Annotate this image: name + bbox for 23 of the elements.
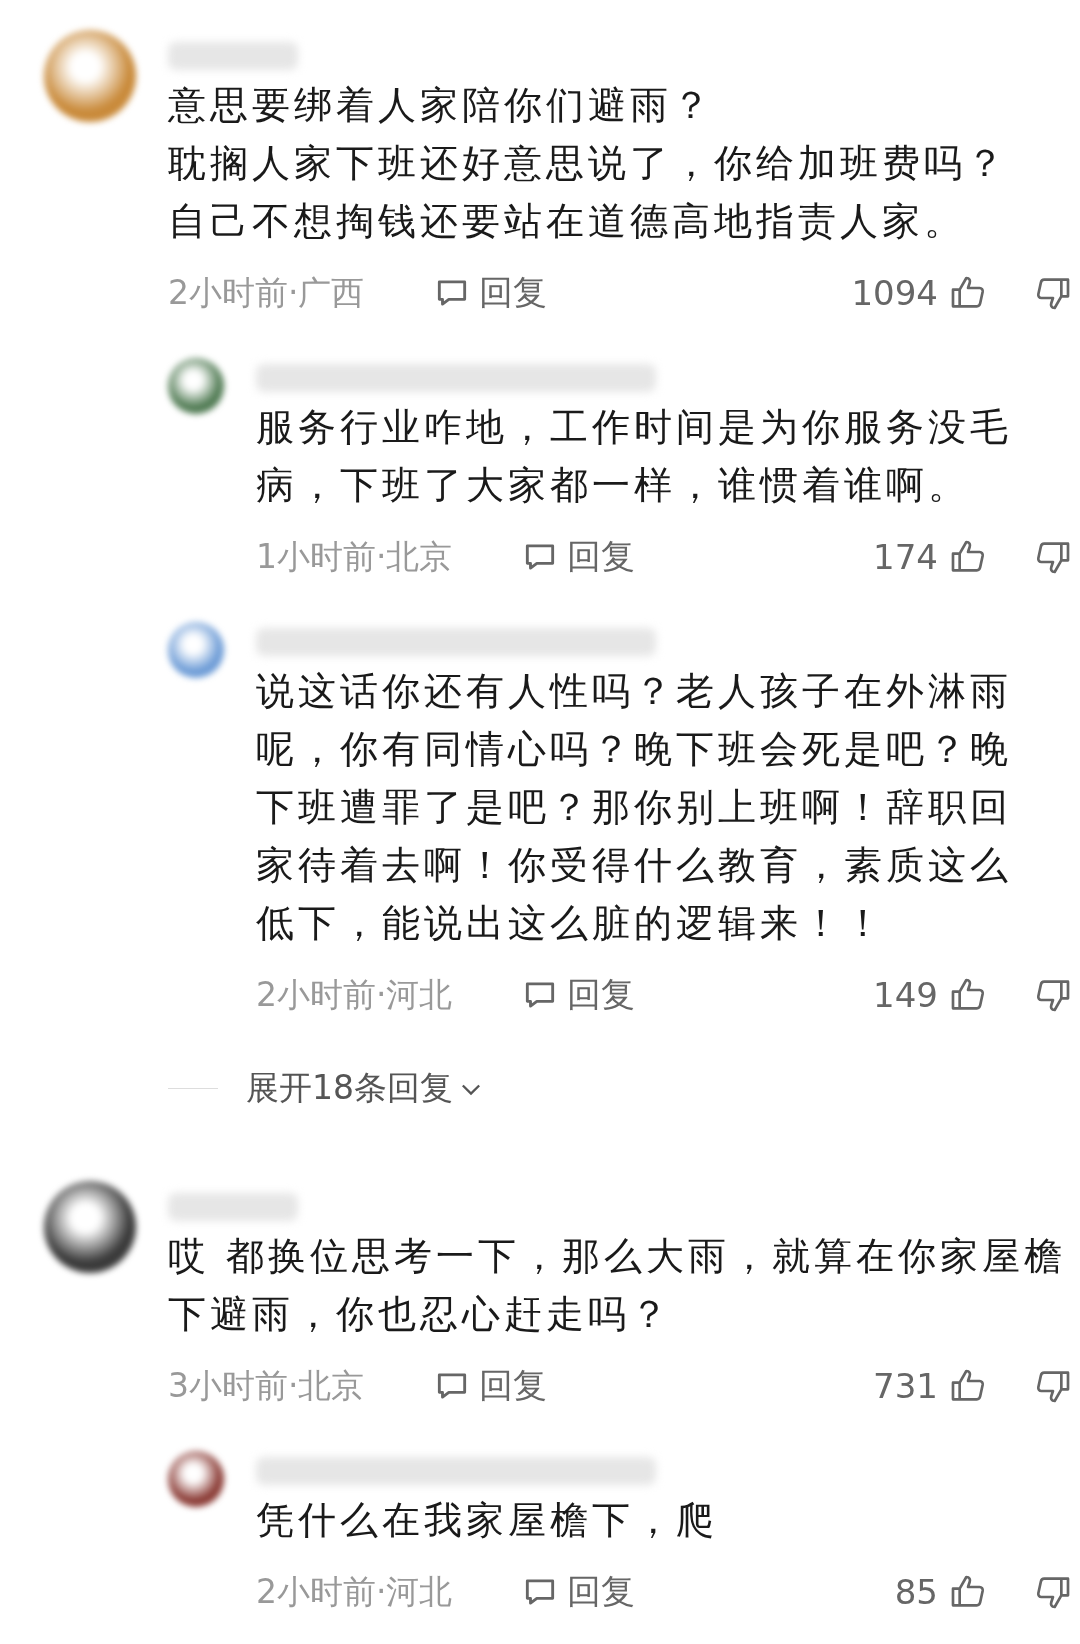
reply-button[interactable]: 回复	[521, 1569, 635, 1615]
comment-text: 哎 都换位思考一下，那么大雨，就算在你家屋檐下避雨，你也忍心赶走吗？	[168, 1233, 1068, 1338]
comment-text: 凭什么在我家屋檐下，爬	[256, 1497, 719, 1544]
like-count: 174	[873, 537, 938, 577]
like-count: 149	[873, 975, 938, 1015]
timestamp: 2小时前·河北	[256, 1570, 454, 1613]
timestamp: 3小时前·北京	[168, 1364, 366, 1407]
comment-text: 耽搁人家下班还好意思说了，你给加班费吗？	[168, 140, 1009, 187]
reply-button[interactable]: 回复	[433, 270, 547, 316]
timestamp: 1小时前·北京	[256, 535, 454, 578]
like-count: 731	[873, 1366, 938, 1406]
comment-text: 说这话你还有人性吗？老人孩子在外淋雨呢，你有同情心吗？晚下班会死是吧？晚下班遭罪了是吧？那你别上班啊！辞职回家待着去啊！你受得什么教育，素质这么低下，能说出这么脏的逻辑来！！	[256, 668, 1013, 947]
comment-text: 服务行业咋地，工作时间是为你服务没毛病，下班了大家都一样，谁惯着谁啊。	[256, 404, 1013, 509]
reply-button[interactable]: 回复	[433, 1363, 547, 1409]
timestamp: 2小时前·河北	[256, 973, 454, 1016]
like-count: 1094	[851, 273, 938, 313]
comment-text: 意思要绑着人家陪你们避雨？	[168, 82, 715, 129]
reply-button[interactable]: 回复	[521, 972, 635, 1018]
timestamp: 2小时前·广西	[168, 271, 366, 314]
comment-text: 自己不想掏钱还要站在道德高地指责人家。	[168, 198, 967, 245]
reply-button[interactable]: 回复	[521, 534, 635, 580]
like-count: 85	[894, 1572, 938, 1612]
expand-replies-link[interactable]: 展开18条回复	[246, 1066, 485, 1111]
